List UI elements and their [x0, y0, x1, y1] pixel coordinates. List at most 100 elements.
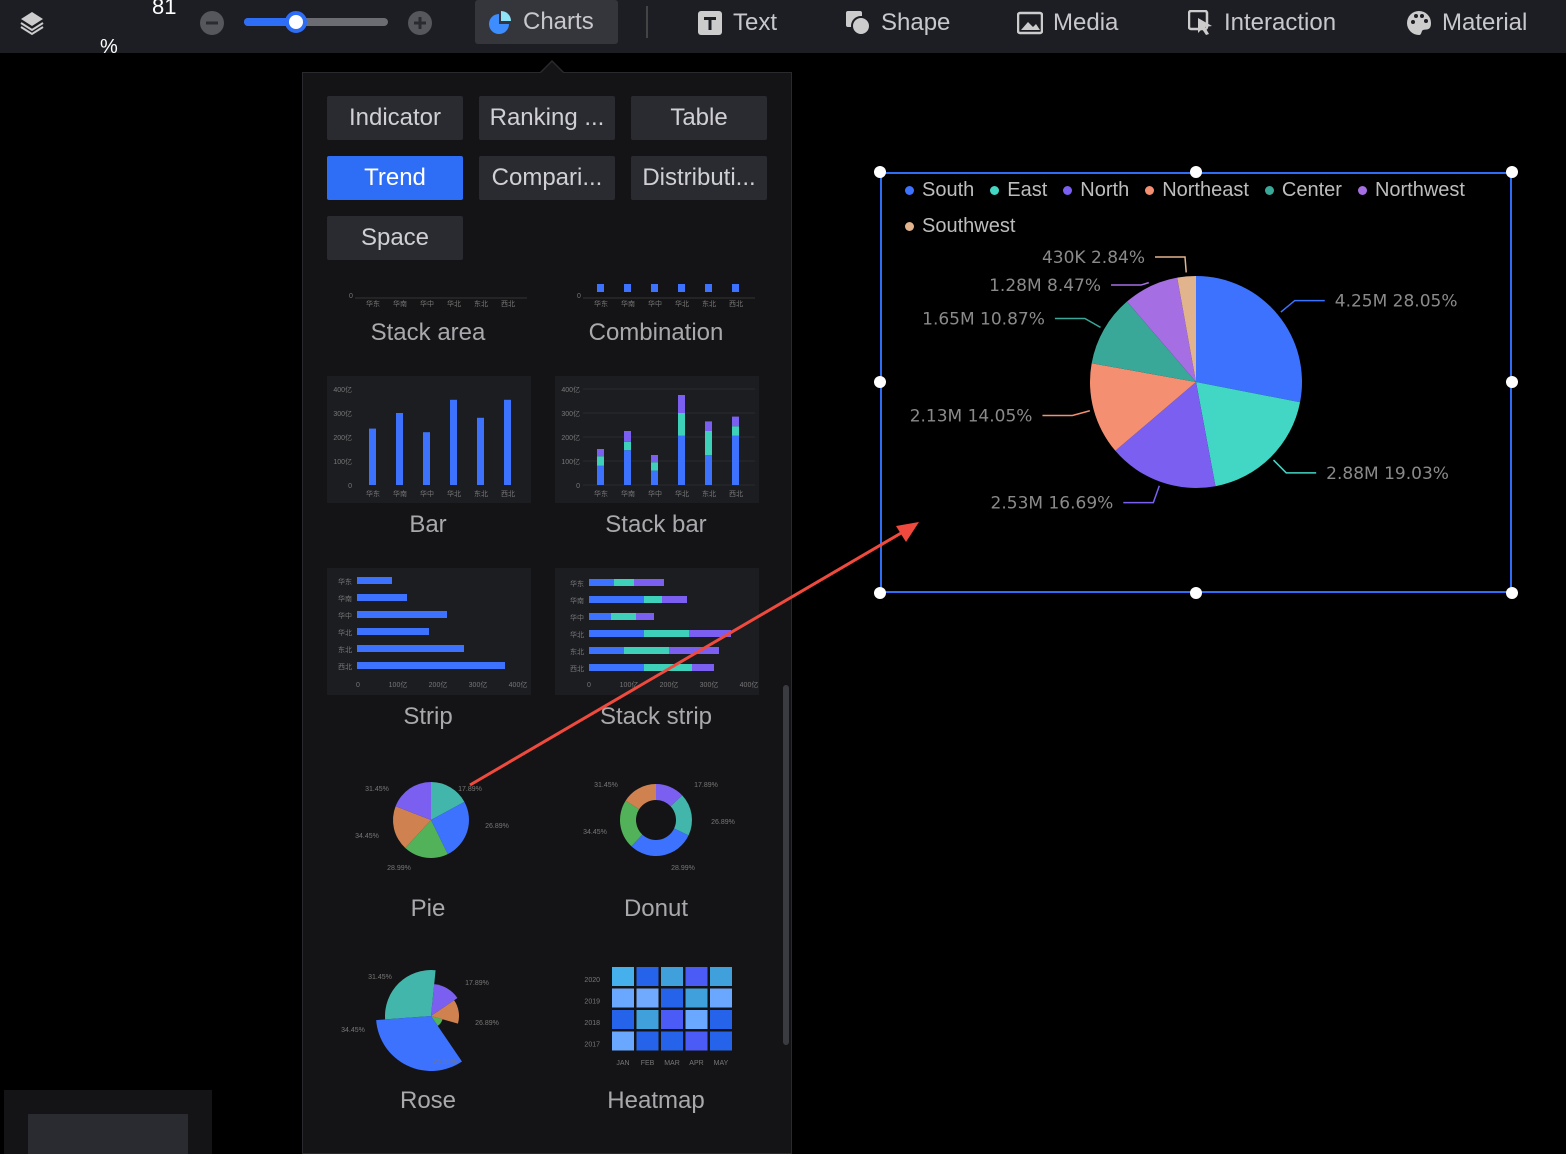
panel-scrollbar[interactable]: [783, 685, 789, 1045]
tool-material[interactable]: Material: [1406, 0, 1527, 46]
thumb-bar: [450, 399, 457, 485]
thumb-donut-label: 28.99%: [671, 865, 695, 872]
pie-leader-line: [1111, 281, 1149, 286]
thumb-donut[interactable]: 31.45% 17.89% 26.89% 34.45% 28.99%: [555, 760, 759, 887]
axis-tick-label: 200亿: [429, 680, 448, 689]
axis-tick-label: 华南: [570, 596, 584, 605]
axis-tick-label: 0: [587, 682, 591, 689]
thumb-pie-label: 28.99%: [387, 865, 411, 872]
tool-text[interactable]: Text: [697, 0, 777, 46]
axis-tick-label: 0: [349, 293, 353, 300]
tool-interaction[interactable]: Interaction: [1188, 0, 1336, 46]
thumb-strip-segment: [692, 664, 714, 671]
chart-label-stack-area[interactable]: Stack area: [314, 319, 542, 347]
thumb-strip-segment: [589, 579, 614, 586]
media-icon: [1017, 11, 1043, 35]
thumb-stack-bar[interactable]: 0 100亿 200亿 300亿 400亿华东 华南 华中 华北 东北 西北: [555, 376, 759, 503]
thumb-strip-bar: [357, 645, 464, 652]
thumb-strip-segment: [634, 579, 664, 586]
category-indicator[interactable]: Indicator: [327, 96, 463, 140]
category-comparison[interactable]: Compari...: [479, 156, 615, 200]
axis-tick-label: 华中: [570, 613, 584, 622]
heatmap-cell: [710, 1031, 732, 1051]
thumb-bar-segment: [624, 441, 631, 451]
axis-tick-label: 2018: [584, 1020, 600, 1027]
heatmap-cell: [685, 1031, 708, 1051]
thumb-pie[interactable]: 31.45% 17.89% 26.89% 34.45% 28.99%: [327, 760, 531, 887]
thumb-strip[interactable]: 华东华南华中华北东北西北 0 100亿 200亿 300亿 400亿: [327, 568, 531, 695]
thumb-bar: [624, 284, 631, 292]
thumb-combination[interactable]: 华东 华南 华中 华北 东北 西北 0: [555, 240, 759, 367]
thumb-rose[interactable]: 31.45% 17.89% 26.89% 34.45% 28.99%: [327, 952, 531, 1079]
chart-label-bar[interactable]: Bar: [314, 511, 542, 539]
zoom-unit: %: [100, 36, 118, 58]
thumb-strip-segment: [669, 647, 719, 654]
pie-data-label: 4.25M 28.05%: [1335, 292, 1458, 312]
axis-tick-label: JAN: [616, 1060, 629, 1067]
chart-label-combination[interactable]: Combination: [542, 319, 770, 347]
thumb-rose-label: 34.45%: [341, 1027, 365, 1034]
thumb-strip-segment: [589, 596, 644, 603]
tool-media[interactable]: Media: [1017, 0, 1118, 46]
axis-tick-label: 东北: [474, 489, 488, 498]
chart-label-stack-bar[interactable]: Stack bar: [542, 511, 770, 539]
chart-label-donut[interactable]: Donut: [542, 895, 770, 923]
thumb-bar-segment: [597, 449, 604, 457]
thumb-strip-segment: [611, 613, 636, 620]
thumb-bar-segment: [678, 395, 685, 413]
layers-icon[interactable]: [18, 9, 46, 37]
axis-tick-label: 400亿: [561, 385, 580, 394]
chart-label-stack-strip[interactable]: Stack strip: [542, 703, 770, 731]
axis-tick-label: 华北: [675, 489, 689, 498]
tool-shape[interactable]: Shape: [845, 0, 950, 46]
axis-tick-label: 东北: [702, 299, 716, 308]
zoom-out-icon[interactable]: [199, 10, 225, 36]
category-table[interactable]: Table: [631, 96, 767, 140]
chart-label-strip[interactable]: Strip: [314, 703, 542, 731]
axis-tick-label: 华中: [648, 299, 662, 308]
heatmap-cell: [710, 967, 732, 986]
thumb-stack-area[interactable]: 华东 华南 华中 华北 东北 西北 0: [327, 240, 531, 367]
chart-label-heatmap[interactable]: Heatmap: [542, 1087, 770, 1115]
zoom-slider-handle[interactable]: [284, 11, 307, 33]
axis-tick-label: 100亿: [333, 457, 352, 466]
thumb-strip-segment: [644, 596, 662, 603]
tool-charts[interactable]: Charts: [475, 0, 618, 44]
axis-tick-label: FEB: [641, 1060, 655, 1067]
axis-tick-label: 200亿: [561, 433, 580, 442]
thumb-heatmap[interactable]: 2020 2019 2018 2017 JAN FEB MAR APR MAY: [555, 952, 759, 1079]
pie-data-label: 2.53M 16.69%: [991, 494, 1114, 514]
axis-tick-label: 西北: [501, 300, 515, 308]
thumb-bar: [504, 399, 511, 485]
pie-data-label: 430K 2.84%: [1042, 248, 1145, 268]
minimap[interactable]: [4, 1090, 212, 1154]
axis-tick-label: 华中: [338, 611, 352, 620]
axis-tick-label: 2020: [584, 977, 600, 984]
category-trend[interactable]: Trend: [327, 156, 463, 200]
axis-tick-label: 100亿: [620, 680, 639, 689]
heatmap-cell: [661, 988, 683, 1008]
thumb-bar[interactable]: 0 100亿 200亿 300亿 400亿华东 华南 华中 华北 东北 西北: [327, 376, 531, 503]
heatmap-cell: [685, 988, 708, 1008]
text-icon: [698, 11, 722, 35]
axis-tick-label: 东北: [702, 489, 716, 498]
chart-label-pie[interactable]: Pie: [314, 895, 542, 923]
category-ranking[interactable]: Ranking ...: [479, 96, 615, 140]
thumb-pie-label: 31.45%: [365, 786, 389, 793]
axis-tick-label: 华中: [648, 489, 662, 498]
thumb-strip-segment: [689, 630, 731, 637]
thumb-strip-bar: [357, 662, 505, 669]
thumb-bar-segment: [678, 413, 685, 436]
thumb-stack-strip[interactable]: 华东华南华中华北东北西北 0 100亿 200亿 300亿 400亿: [555, 568, 759, 695]
zoom-slider[interactable]: [244, 11, 388, 33]
thumb-bar: [678, 284, 685, 292]
axis-tick-label: 华东: [366, 299, 380, 308]
zoom-in-icon[interactable]: [407, 10, 433, 36]
axis-tick-label: 0: [577, 293, 581, 300]
thumb-bar-segment: [732, 435, 739, 485]
category-distribution[interactable]: Distributi...: [631, 156, 767, 200]
axis-tick-label: 华北: [570, 630, 584, 639]
pie-slice: [1196, 276, 1302, 403]
heatmap-cell: [636, 1010, 659, 1029]
chart-label-rose[interactable]: Rose: [314, 1087, 542, 1115]
